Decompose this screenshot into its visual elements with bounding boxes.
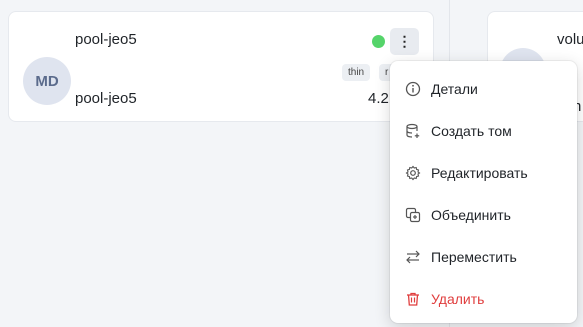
menu-item-details[interactable]: Детали [390,69,577,109]
pool-card[interactable]: MD pool-jeo5 pool-jeo5 ⋮ thin r 4.2 [8,11,434,122]
kebab-icon: ⋮ [397,33,412,49]
menu-item-move[interactable]: Переместить [390,237,577,277]
avatar: MD [23,57,71,105]
more-options-button[interactable]: ⋮ [390,28,419,55]
menu-item-label: Объединить [431,207,511,223]
merge-icon [405,207,421,223]
trash-icon [405,291,421,307]
context-menu: Детали Создать том Редактировать Объедин… [390,61,577,323]
menu-item-label: Создать том [431,123,512,139]
menu-item-delete[interactable]: Удалить [390,279,577,319]
gear-icon [405,165,421,181]
pool-name: pool-jeo5 [75,31,137,48]
menu-item-label: Переместить [431,249,517,265]
menu-item-label: Редактировать [431,165,528,181]
tag-thin: thin [342,64,371,81]
database-plus-icon [405,123,421,139]
info-icon [405,81,421,97]
arrows-swap-icon [405,249,421,265]
menu-item-create-volume[interactable]: Создать том [390,111,577,151]
volume-card-title: volu [557,31,583,48]
menu-item-merge[interactable]: Объединить [390,195,577,235]
pool-subtitle: pool-jeo5 [75,90,137,107]
menu-item-label: Детали [431,81,478,97]
status-indicator [372,35,385,48]
pool-size: 4.2 [368,90,389,107]
menu-item-edit[interactable]: Редактировать [390,153,577,193]
menu-item-label: Удалить [431,291,485,307]
